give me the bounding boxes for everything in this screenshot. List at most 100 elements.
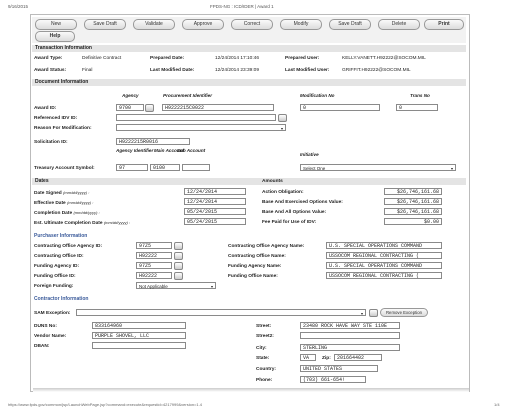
all-options-label: Base And All Options Value: — [262, 210, 327, 215]
co-id-input[interactable]: H92222 — [136, 252, 172, 259]
funding-agency-lookup-button[interactable] — [174, 262, 183, 270]
completion-date-format: (mm/dd/yyyy) : — [73, 210, 100, 215]
remove-exception-button[interactable]: Remove Exception — [380, 308, 428, 317]
agency-column-header: Agency — [122, 93, 139, 98]
date-signed-format: (mm/dd/yyyy) : — [63, 190, 90, 195]
sub-account-header: Sub Account — [177, 148, 206, 153]
zip-input[interactable]: 201664402 — [334, 354, 382, 361]
all-options-input[interactable]: $26,746,161.68 — [384, 208, 442, 215]
initiative-select[interactable]: Select One ▾ — [300, 164, 456, 171]
transaction-section-header: Transaction Information — [32, 45, 466, 52]
reason-modification-select[interactable]: ▾ — [116, 124, 286, 131]
award-type-label: Award Type: — [34, 56, 63, 61]
procurement-id-input[interactable]: H9222215C0022 — [162, 104, 274, 111]
funding-agency-id-label: Funding Agency ID: — [34, 264, 80, 269]
duns-input[interactable]: 833164960 — [92, 322, 186, 329]
street-input[interactable]: 23480 ROCK HAVE WAY STE 110E — [300, 322, 400, 329]
completion-date-label: Completion Date (mm/dd/yyyy) : — [34, 210, 100, 216]
state-input[interactable]: VA — [300, 354, 316, 361]
est-completion-date-input[interactable]: 05/24/2015 — [184, 218, 246, 225]
fee-paid-input[interactable]: $0.00 — [384, 218, 442, 225]
co-id-lookup-button[interactable] — [174, 252, 183, 260]
funding-agency-name-input[interactable]: U.S. SPECIAL OPERATIONS COMMAND — [326, 262, 442, 269]
est-completion-date-label-text: Est. Ultimate Completion Date — [34, 221, 103, 226]
correct-button[interactable]: Correct — [231, 19, 273, 30]
foreign-funding-select[interactable]: Not Applicable ▾ — [136, 282, 216, 289]
solicitation-id-input[interactable]: H9222215R0016 — [116, 138, 190, 145]
phone-input[interactable]: (703) 661-654! — [300, 376, 366, 383]
referenced-idv-input[interactable] — [116, 114, 276, 121]
tas-main-input[interactable]: 0100 — [150, 164, 180, 171]
country-input[interactable]: UNITED STATES — [300, 365, 378, 372]
vendor-name-input[interactable]: PURPLE SHOVEL, LLC — [92, 332, 186, 339]
footer-url: https://www.fpds.gov/common/jsp/LaunchWe… — [8, 402, 202, 407]
initiative-value: Select One — [303, 166, 326, 171]
save-draft-2-button[interactable]: Save Draft — [329, 19, 371, 30]
tas-agency-input[interactable]: 97 — [116, 164, 148, 171]
contractor-section-header: Contractor Information — [34, 296, 89, 302]
referenced-idv-label: Referenced IDV ID: — [34, 116, 78, 121]
treasury-account-label: Treasury Account Symbol: — [34, 166, 95, 171]
modify-button[interactable]: Modify — [280, 19, 322, 30]
procurement-column-header: Procurement Identifier — [163, 93, 213, 98]
city-input[interactable]: STERLING — [300, 344, 400, 351]
trans-no-input[interactable]: 0 — [396, 104, 438, 111]
purchaser-section-header: Purchaser Information — [34, 233, 88, 239]
state-label: State: — [256, 356, 270, 361]
delete-button[interactable]: Delete — [378, 19, 420, 30]
help-button[interactable]: Help — [35, 31, 75, 42]
effective-date-input[interactable]: 12/24/2014 — [184, 198, 246, 205]
award-status-label: Award Status: — [34, 68, 67, 73]
action-obligation-input[interactable]: $26,746,161.68 — [384, 188, 442, 195]
sam-exception-select[interactable]: ▾ — [76, 309, 366, 316]
completion-date-input[interactable]: 05/24/2015 — [184, 208, 246, 215]
effective-date-label-text: Effective Date — [34, 201, 66, 206]
co-agency-name-label: Contracting Office Agency Name: — [228, 244, 305, 249]
city-label: City: — [256, 346, 267, 351]
date-signed-label: Date Signed (mm/dd/yyyy) : — [34, 190, 89, 196]
co-agency-lookup-button[interactable] — [174, 242, 183, 250]
approve-button[interactable]: Approve — [182, 19, 224, 30]
modification-no-input[interactable]: 0 — [300, 104, 380, 111]
funding-agency-id-input[interactable]: 97Z5 — [136, 262, 172, 269]
date-signed-input[interactable]: 12/24/2014 — [184, 188, 246, 195]
prepared-user-label: Prepared User: — [285, 56, 320, 61]
prepared-user-value: KELLY.VANETT.H92222@SOCOM.MIL — [342, 56, 426, 61]
award-type-value: Definitive Contract — [82, 56, 122, 61]
agency-lookup-button[interactable] — [145, 104, 154, 112]
completion-date-label-text: Completion Date — [34, 211, 73, 216]
co-agency-id-label: Contracting Office Agency ID: — [34, 244, 103, 249]
street-label: Street: — [256, 324, 272, 329]
tas-sub-input[interactable] — [182, 164, 210, 171]
print-button[interactable]: Print — [424, 19, 464, 30]
exercised-options-input[interactable]: $26,746,161.68 — [384, 198, 442, 205]
chevron-down-icon: ▾ — [360, 311, 363, 316]
sam-lookup-button[interactable] — [369, 309, 378, 317]
co-agency-id-input[interactable]: 97Z5 — [136, 242, 172, 249]
last-modified-user-label: Last Modified User: — [285, 68, 330, 73]
funding-office-id-input[interactable]: H92222 — [136, 272, 172, 279]
funding-office-name-input[interactable]: USSOCOM REGIONAL CONTRACTING ( — [326, 272, 442, 279]
funding-office-name-label: Funding Office Name: — [228, 274, 278, 279]
referenced-idv-lookup-button[interactable] — [278, 114, 287, 122]
agency-code-input[interactable]: 9700 — [116, 104, 144, 111]
exercised-options-label: Base And Exercised Options Value: — [262, 200, 343, 205]
street2-label: Street2: — [256, 334, 274, 339]
funding-office-lookup-button[interactable] — [174, 272, 183, 280]
vendor-name-label: Vendor Name: — [34, 334, 67, 339]
street2-input[interactable] — [300, 332, 400, 339]
sam-exception-label: SAM Exception: — [34, 311, 71, 316]
co-agency-name-input[interactable]: U.S. SPECIAL OPERATIONS COMMAND — [326, 242, 442, 249]
initiative-header: Initiative — [300, 152, 319, 157]
award-status-value: Final — [82, 68, 93, 73]
co-name-input[interactable]: USSOCOM REGIONAL CONTRACTING ( — [326, 252, 442, 259]
dban-input[interactable] — [92, 342, 186, 349]
chevron-down-icon: ▾ — [450, 166, 453, 171]
amounts-section-header: Amounts — [262, 179, 283, 184]
est-completion-date-format: (mm/dd/yyyy) : — [103, 220, 131, 225]
reason-modification-label: Reason For Modification: — [34, 126, 92, 131]
save-draft-button[interactable]: Save Draft — [84, 19, 126, 30]
new-button[interactable]: New — [35, 19, 77, 30]
validate-button[interactable]: Validate — [133, 19, 175, 30]
co-id-label: Contracting Office ID: — [34, 254, 84, 259]
